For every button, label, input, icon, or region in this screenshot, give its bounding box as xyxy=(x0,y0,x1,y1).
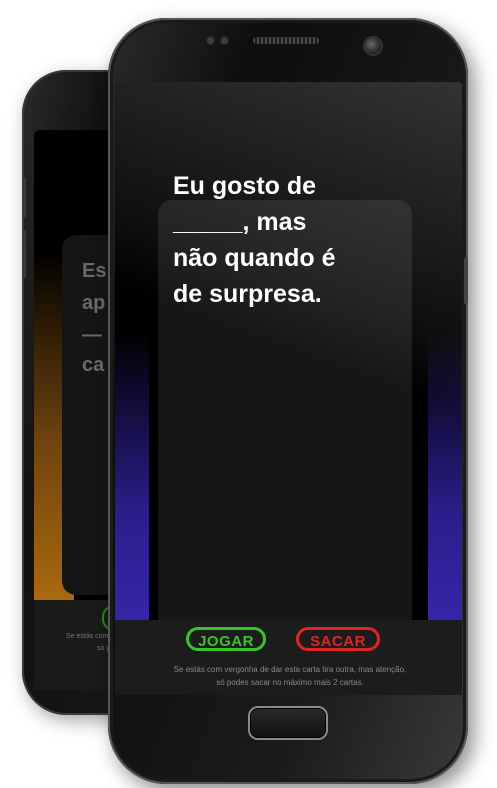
draw-limit-note-line: Se estás com vergonha de dar esta carta … xyxy=(173,665,407,674)
card-prompt-line: Eu gosto de xyxy=(173,172,317,200)
background-volume-button xyxy=(22,178,26,218)
sensor-dot-icon xyxy=(220,36,229,45)
draw-card-button[interactable]: SACAR xyxy=(296,627,380,651)
background-card-text-1: Es xyxy=(82,260,107,282)
home-button[interactable] xyxy=(248,706,328,740)
card-prompt-line: _____, mas xyxy=(173,208,307,236)
phone-frame: Eu gosto de _____, mas não quando é de s… xyxy=(108,18,468,784)
sensor-dot-icon xyxy=(206,36,215,45)
background-side-button xyxy=(22,230,26,278)
card-prompt-line: não quando é xyxy=(173,244,336,272)
background-card-text-2: ap xyxy=(82,292,106,314)
card-prompt-text: Eu gosto de _____, mas não quando é de s… xyxy=(173,168,383,312)
card-prompt-line: de surpresa. xyxy=(173,280,322,308)
power-button xyxy=(464,258,468,304)
background-card-text-4: ca xyxy=(82,354,105,376)
earpiece-speaker xyxy=(253,37,319,44)
background-card-text-3: — xyxy=(82,324,102,346)
front-camera-icon xyxy=(365,38,381,54)
background-note-1: Se estás com xyxy=(66,633,109,640)
draw-limit-note-line: só podes sacar no máximo mais 2 cartas. xyxy=(216,678,364,687)
play-button[interactable]: JOGAR xyxy=(186,627,266,651)
draw-limit-note: Se estás com vergonha de dar esta carta … xyxy=(120,663,460,689)
